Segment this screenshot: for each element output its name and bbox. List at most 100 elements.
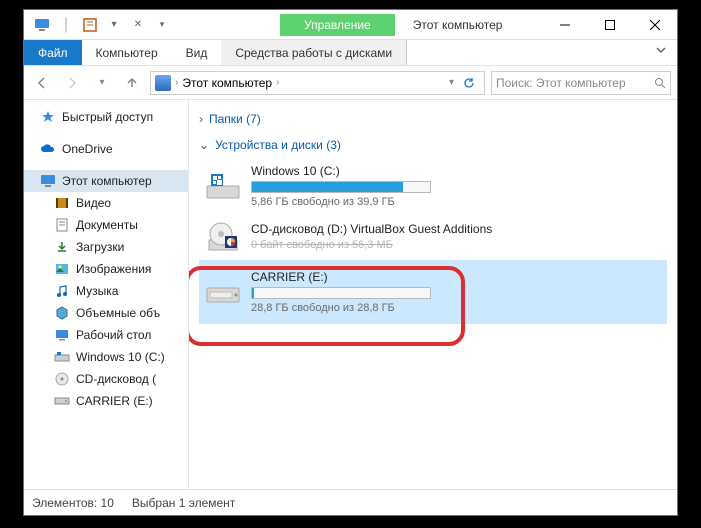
chevron-right-icon[interactable]: › (175, 77, 178, 88)
sidebar-item-label: CD-дисковод ( (76, 372, 156, 386)
tab-computer[interactable]: Компьютер (82, 40, 172, 65)
sidebar-item-3d-objects[interactable]: Объемные объ (24, 302, 188, 324)
chevron-down-icon: ⌄ (199, 138, 209, 152)
tab-disk-tools[interactable]: Средства работы с дисками (221, 40, 407, 65)
address-bar[interactable]: › Этот компьютер › ▾ (150, 71, 485, 95)
drive-icon (54, 349, 70, 365)
sidebar-item-label: CARRIER (E:) (76, 394, 153, 408)
sidebar-item-label: Документы (76, 218, 138, 232)
sidebar-item-label: OneDrive (62, 142, 113, 156)
music-icon (54, 283, 70, 299)
group-devices[interactable]: ⌄ Устройства и диски (3) (199, 134, 667, 160)
drive-item-d[interactable]: CD-дисковод (D:) VirtualBox Guest Additi… (199, 214, 667, 258)
qat-dropdown-icon[interactable]: ▾ (104, 15, 124, 35)
tab-view[interactable]: Вид (172, 40, 222, 65)
explorer-body: Быстрый доступ OneDrive Этот компьютер В… (24, 100, 677, 489)
sidebar-item-pictures[interactable]: Изображения (24, 258, 188, 280)
sidebar-item-label: Музыка (76, 284, 118, 298)
window-title: Этот компьютер (395, 18, 503, 32)
sidebar-item-music[interactable]: Музыка (24, 280, 188, 302)
status-item-count: Элементов: 10 (32, 496, 114, 510)
tab-file[interactable]: Файл (24, 40, 82, 65)
navigation-pane[interactable]: Быстрый доступ OneDrive Этот компьютер В… (24, 100, 189, 489)
disc-icon (54, 371, 70, 387)
sidebar-item-drive-c[interactable]: Windows 10 (C:) (24, 346, 188, 368)
sidebar-item-label: Этот компьютер (62, 174, 152, 188)
this-pc-icon (32, 15, 52, 35)
forward-button[interactable] (60, 71, 84, 95)
sidebar-item-downloads[interactable]: Загрузки (24, 236, 188, 258)
minimize-button[interactable] (542, 10, 587, 40)
disc-drive-icon (205, 218, 241, 254)
group-label: Папки (7) (209, 112, 261, 126)
drive-name: CD-дисковод (D:) VirtualBox Guest Additi… (251, 222, 661, 236)
sidebar-item-label: Windows 10 (C:) (76, 350, 165, 364)
sidebar-item-label: Рабочий стол (76, 328, 151, 342)
drive-name: Windows 10 (C:) (251, 164, 661, 178)
drive-icon (205, 274, 241, 310)
sidebar-item-onedrive[interactable]: OneDrive (24, 138, 188, 160)
group-folders[interactable]: › Папки (7) (199, 108, 667, 134)
drive-icon (54, 393, 70, 409)
refresh-icon[interactable] (458, 76, 480, 90)
download-icon (54, 239, 70, 255)
qat-menu-icon[interactable]: ▾ (152, 15, 172, 35)
ribbon-context-area: Управление Этот компьютер (180, 10, 542, 39)
drive-item-c[interactable]: Windows 10 (C:) 5,86 ГБ свободно из 39,9… (199, 160, 667, 212)
search-icon (654, 77, 666, 89)
drive-info: CARRIER (E:) 28,8 ГБ свободно из 28,8 ГБ (251, 270, 661, 314)
drive-icon (205, 168, 241, 204)
status-bar: Элементов: 10 Выбран 1 элемент (24, 489, 677, 515)
back-button[interactable] (30, 71, 54, 95)
address-dropdown-icon[interactable]: ▾ (449, 77, 454, 88)
drive-name: CARRIER (E:) (251, 270, 661, 284)
document-icon (54, 217, 70, 233)
sidebar-item-documents[interactable]: Документы (24, 214, 188, 236)
sidebar-item-this-pc[interactable]: Этот компьютер (24, 170, 188, 192)
picture-icon (54, 261, 70, 277)
status-selection: Выбран 1 элемент (132, 496, 235, 510)
cube-icon (54, 305, 70, 321)
cloud-icon (40, 141, 56, 157)
sidebar-item-drive-e[interactable]: CARRIER (E:) (24, 390, 188, 412)
sidebar-item-label: Объемные объ (76, 306, 160, 320)
sidebar-item-videos[interactable]: Видео (24, 192, 188, 214)
sidebar-item-drive-d[interactable]: CD-дисковод ( (24, 368, 188, 390)
quick-access-toolbar: | ▾ ✕ ▾ (24, 10, 180, 39)
drive-sub: 5,86 ГБ свободно из 39,9 ГБ (251, 196, 661, 208)
up-button[interactable] (120, 71, 144, 95)
ribbon-tabs: Файл Компьютер Вид Средства работы с дис… (24, 40, 677, 66)
address-row: ▾ › Этот компьютер › ▾ Поиск: Этот компь… (24, 66, 677, 100)
ribbon-expand-icon[interactable] (645, 40, 677, 65)
close-button[interactable] (632, 10, 677, 40)
explorer-window: | ▾ ✕ ▾ Управление Этот компьютер Файл К… (23, 9, 678, 516)
chevron-right-icon: › (199, 112, 203, 126)
drive-item-e[interactable]: CARRIER (E:) 28,8 ГБ свободно из 28,8 ГБ (199, 260, 667, 324)
manage-tab[interactable]: Управление (280, 14, 395, 36)
window-controls (542, 10, 677, 39)
address-segment[interactable]: Этот компьютер (182, 76, 272, 90)
qat-delete-icon[interactable]: ✕ (128, 15, 148, 35)
recent-dropdown-icon[interactable]: ▾ (90, 71, 114, 95)
film-icon (54, 195, 70, 211)
sidebar-item-label: Быстрый доступ (62, 110, 153, 124)
sidebar-item-label: Видео (76, 196, 111, 210)
desktop-icon (54, 327, 70, 343)
capacity-bar (251, 181, 431, 193)
star-icon (40, 109, 56, 125)
qat-sep: | (56, 15, 76, 35)
maximize-button[interactable] (587, 10, 632, 40)
content-pane[interactable]: › Папки (7) ⌄ Устройства и диски (3) Win… (189, 100, 677, 489)
sidebar-item-desktop[interactable]: Рабочий стол (24, 324, 188, 346)
sidebar-item-quick-access[interactable]: Быстрый доступ (24, 106, 188, 128)
address-pc-icon (155, 75, 171, 91)
sidebar-item-label: Изображения (76, 262, 151, 276)
chevron-right-icon[interactable]: › (276, 77, 279, 88)
drive-sub: 0 байт свободно из 56,3 МБ (251, 239, 661, 251)
properties-icon[interactable] (80, 15, 100, 35)
monitor-icon (40, 173, 56, 189)
titlebar: | ▾ ✕ ▾ Управление Этот компьютер (24, 10, 677, 40)
search-placeholder: Поиск: Этот компьютер (496, 76, 626, 90)
search-input[interactable]: Поиск: Этот компьютер (491, 71, 671, 95)
group-label: Устройства и диски (3) (215, 138, 341, 152)
